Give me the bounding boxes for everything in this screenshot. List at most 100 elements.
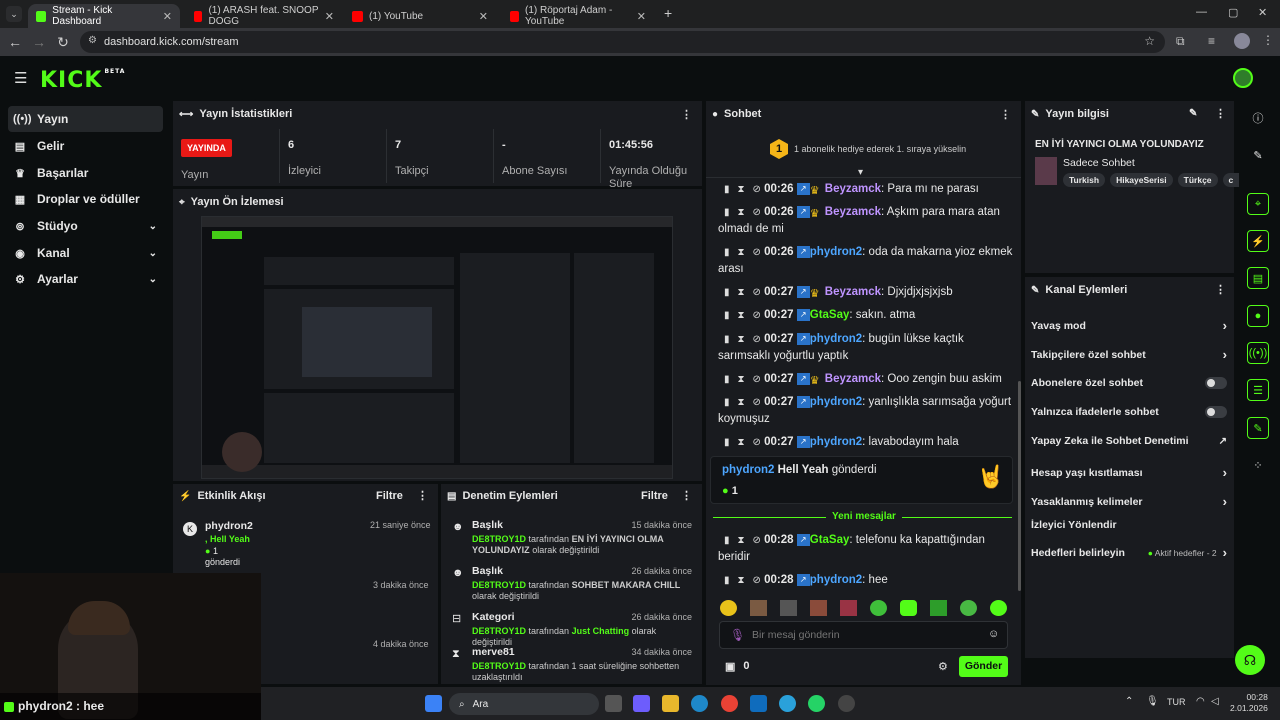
- channel-action-item[interactable]: Yalnızca ifadelerle sohbet: [1031, 406, 1227, 418]
- kick-logo[interactable]: KICK BETA: [40, 68, 125, 93]
- ban-icon[interactable]: ⊘: [753, 310, 761, 321]
- timeout-icon[interactable]: ⧗: [738, 287, 745, 298]
- window-close-icon[interactable]: ✕: [1258, 6, 1267, 19]
- clip-icon[interactable]: ⌖: [1247, 193, 1269, 215]
- emote-icon[interactable]: [990, 600, 1007, 616]
- back-icon[interactable]: ←: [3, 34, 27, 50]
- timeout-icon[interactable]: ⧗: [738, 184, 745, 195]
- filter-button[interactable]: Filtre: [376, 490, 403, 502]
- timeout-icon[interactable]: ⧗: [738, 397, 745, 408]
- sidebar-item-studyo[interactable]: ⊚ Stüdyo ⌄: [8, 213, 163, 239]
- user-avatar[interactable]: [1233, 68, 1253, 88]
- minimize-icon[interactable]: —: [1196, 6, 1207, 18]
- delete-icon[interactable]: ▮: [724, 575, 730, 586]
- channel-action-item[interactable]: Yapay Zeka ile Sohbet Denetimi ↗: [1031, 435, 1227, 447]
- message-user[interactable]: phydron2: [810, 246, 862, 258]
- tray-chevron-icon[interactable]: ⌃: [1125, 696, 1133, 707]
- stream-preview-video[interactable]: [201, 216, 673, 479]
- emote-icon[interactable]: [720, 600, 737, 616]
- clock[interactable]: 00:28 2.01.2026: [1230, 692, 1268, 714]
- maximize-icon[interactable]: ▢: [1228, 6, 1238, 19]
- send-button[interactable]: Gönder: [959, 656, 1008, 677]
- telegram-icon[interactable]: [779, 695, 796, 712]
- message-user[interactable]: phydron2: [810, 333, 862, 345]
- message-user[interactable]: phydron2: [810, 436, 862, 448]
- timeout-icon[interactable]: ⧗: [738, 535, 745, 546]
- hamburger-menu-icon[interactable]: ☰: [14, 69, 27, 87]
- moderation-icon[interactable]: ☰: [1247, 379, 1269, 401]
- site-info-icon[interactable]: ⚙: [88, 35, 97, 46]
- tab-search-button[interactable]: ⌄: [6, 6, 22, 22]
- close-tab-icon[interactable]: ✕: [479, 10, 488, 23]
- ban-icon[interactable]: ⊘: [753, 397, 761, 408]
- ban-icon[interactable]: ⊘: [753, 334, 761, 345]
- message-user[interactable]: phydron2: [810, 574, 862, 586]
- sidebar-item-droplar[interactable]: ▦ Droplar ve ödüller: [8, 186, 163, 212]
- channel-action-item[interactable]: Hedefleri belirleyin ● Aktif hedefler - 2…: [1031, 545, 1227, 560]
- language-indicator[interactable]: TUR: [1167, 697, 1186, 707]
- timeout-icon[interactable]: ⧗: [738, 437, 745, 448]
- sidebar-item-basarilar[interactable]: ♛ Başarılar: [8, 160, 163, 186]
- emote-icon[interactable]: [930, 600, 947, 616]
- ban-icon[interactable]: ⊘: [753, 207, 761, 218]
- copilot-icon[interactable]: [633, 695, 650, 712]
- message-user[interactable]: Beyzamck: [825, 183, 881, 195]
- channel-action-item[interactable]: Takipçilere özel sohbet ›: [1031, 347, 1227, 362]
- category-name[interactable]: Sadece Sohbet: [1063, 157, 1135, 169]
- wrench-icon[interactable]: ✎: [1247, 417, 1269, 439]
- volume-icon[interactable]: ◁: [1211, 696, 1219, 707]
- message-user[interactable]: phydron2: [810, 396, 862, 408]
- profile-avatar[interactable]: [1234, 33, 1250, 49]
- ban-icon[interactable]: ⊘: [753, 437, 761, 448]
- edit-icon[interactable]: ✎: [1189, 108, 1197, 119]
- chat-scrollbar[interactable]: [1018, 381, 1021, 591]
- emote-icon[interactable]: [840, 600, 857, 616]
- ban-icon[interactable]: ⊘: [753, 575, 761, 586]
- delete-icon[interactable]: ▮: [724, 437, 730, 448]
- channel-action-item[interactable]: Yavaş mod ›: [1031, 318, 1227, 333]
- delete-icon[interactable]: ▮: [724, 397, 730, 408]
- chat-icon[interactable]: ●: [1247, 305, 1269, 327]
- chat-message-input[interactable]: [752, 627, 972, 643]
- close-tab-icon[interactable]: ✕: [325, 10, 334, 23]
- more-options-icon[interactable]: ⋮: [681, 489, 692, 502]
- pencil-icon[interactable]: ✎: [1247, 144, 1269, 166]
- tag-chip[interactable]: Türkçe: [1177, 173, 1218, 187]
- task-view-icon[interactable]: [605, 695, 622, 712]
- filter-button[interactable]: Filtre: [641, 490, 668, 502]
- ban-icon[interactable]: ⊘: [753, 287, 761, 298]
- sidebar-item-kanal[interactable]: ◉ Kanal ⌄: [8, 240, 163, 266]
- message-user[interactable]: Beyzamck: [825, 206, 881, 218]
- more-options-icon[interactable]: ⋮: [417, 489, 428, 502]
- emote-icon[interactable]: [780, 600, 797, 616]
- toggle-switch[interactable]: [1205, 377, 1227, 389]
- info-icon[interactable]: ⓘ: [1247, 107, 1269, 129]
- taskbar-search[interactable]: ⌕ Ara: [449, 693, 599, 715]
- toggle-switch[interactable]: [1205, 406, 1227, 418]
- obs-icon[interactable]: [838, 695, 855, 712]
- chat-settings-icon[interactable]: ⚙: [938, 660, 948, 673]
- close-tab-icon[interactable]: ✕: [637, 10, 646, 23]
- timeout-icon[interactable]: ⧗: [738, 374, 745, 385]
- message-user[interactable]: GtaSay: [810, 309, 850, 321]
- channel-action-item[interactable]: Abonelere özel sohbet: [1031, 377, 1227, 389]
- tag-chip[interactable]: HikayeSerisi: [1110, 173, 1173, 187]
- edge-icon[interactable]: [691, 695, 708, 712]
- channel-action-item[interactable]: İzleyici Yönlendir: [1031, 519, 1227, 531]
- chrome-icon[interactable]: [721, 695, 738, 712]
- emote-icon[interactable]: [900, 600, 917, 616]
- support-headset-icon[interactable]: ☊: [1235, 645, 1265, 675]
- delete-icon[interactable]: ▮: [724, 207, 730, 218]
- delete-icon[interactable]: ▮: [724, 374, 730, 385]
- microphone-icon[interactable]: 🎙: [730, 628, 745, 642]
- close-tab-icon[interactable]: ✕: [163, 10, 172, 23]
- extensions-icon[interactable]: ⧉: [1176, 34, 1185, 49]
- gift-user[interactable]: phydron2: [722, 464, 774, 476]
- microphone-tray-icon[interactable]: 🎙: [1146, 696, 1159, 707]
- more-options-icon[interactable]: ⋮: [1215, 283, 1226, 296]
- tab-arash[interactable]: (1) ARASH feat. SNOOP DOGG ✕: [186, 4, 342, 28]
- ban-icon[interactable]: ⊘: [753, 535, 761, 546]
- more-options-icon[interactable]: ⋮: [1000, 108, 1011, 121]
- channel-points[interactable]: ▣ 0: [725, 660, 750, 673]
- sidebar-item-yayin[interactable]: ((•)) Yayın: [8, 106, 163, 132]
